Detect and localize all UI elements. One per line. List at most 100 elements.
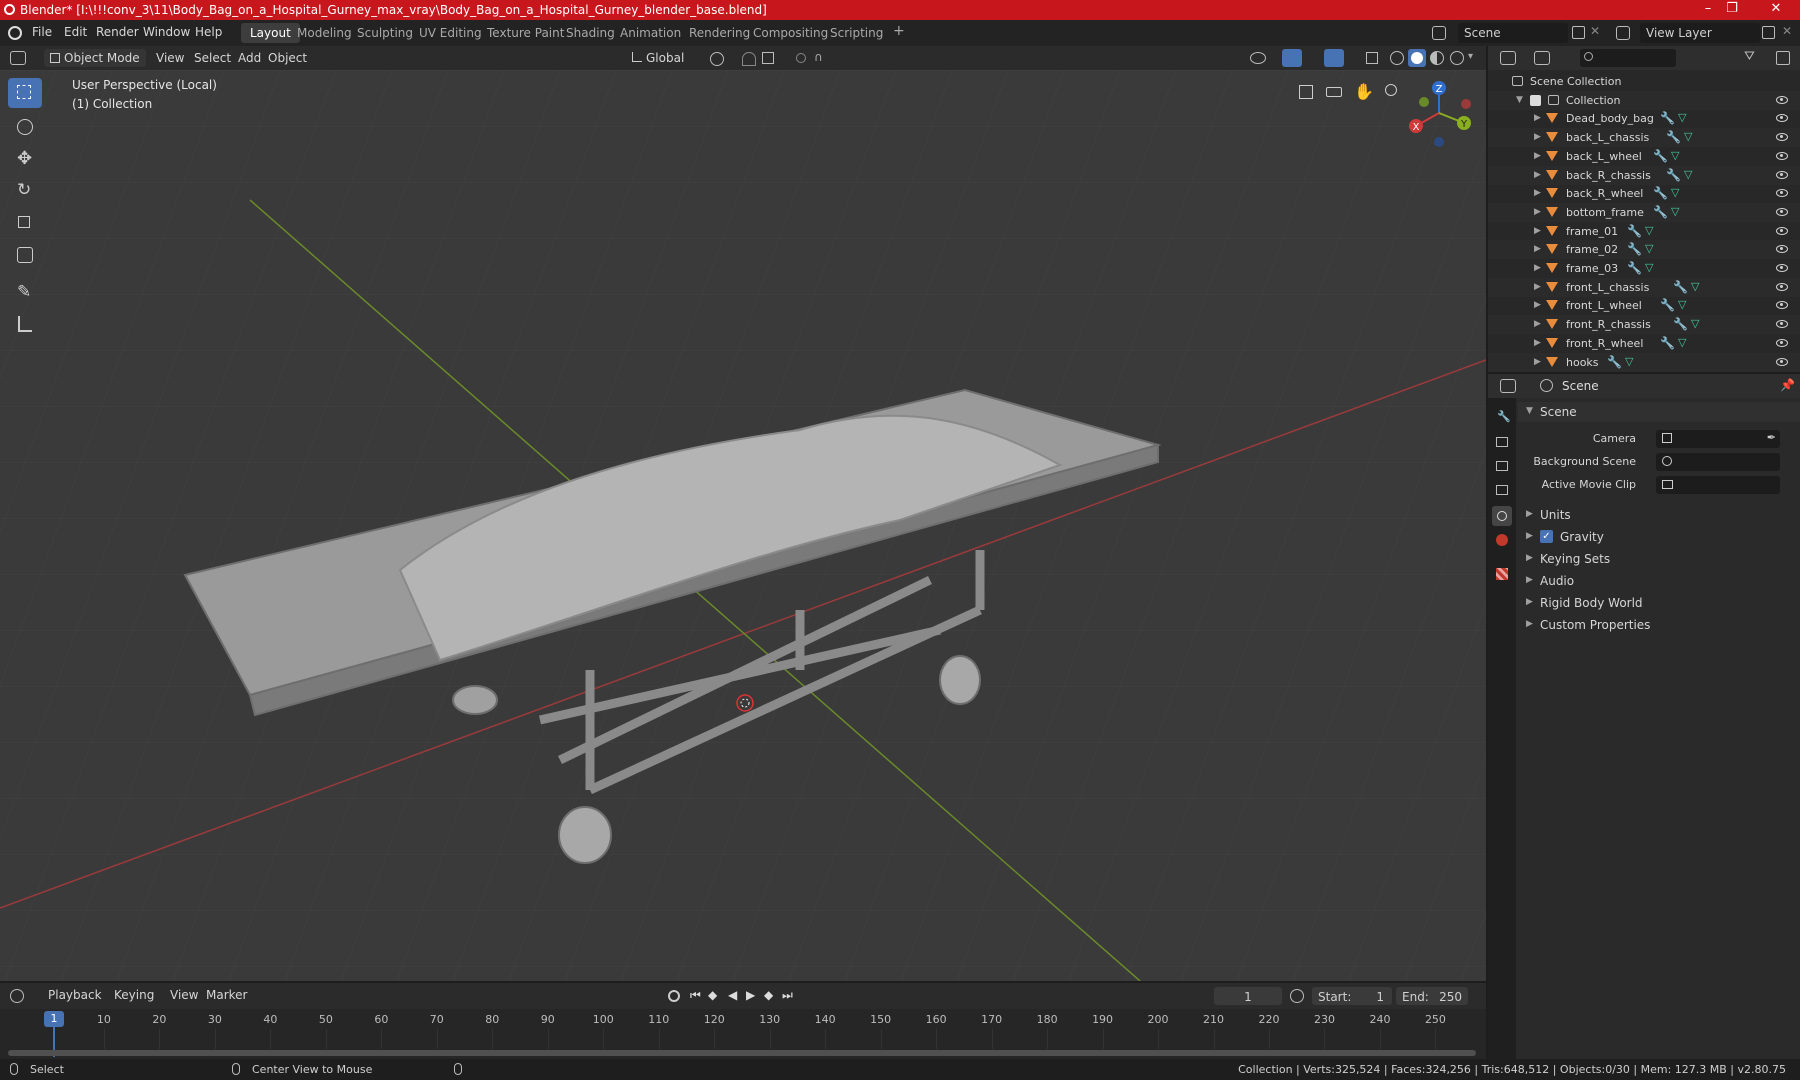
menu-view[interactable]: View [150,49,190,67]
end-frame-field[interactable]: End: 250 [1396,987,1468,1005]
keying-sets-panel[interactable]: ▶ Keying Sets [1518,548,1800,570]
outliner-row-object[interactable]: ▶ frame_03 🔧 ▽ [1488,259,1800,278]
visibility-eye-icon[interactable] [1776,320,1788,329]
visibility-eye-icon[interactable] [1776,114,1788,123]
toggle-camera-view-icon[interactable] [1294,80,1318,104]
audio-panel[interactable]: ▶ Audio [1518,570,1800,592]
material-shading-icon[interactable] [1430,51,1444,65]
modifier-wrench-icon[interactable]: 🔧 [1653,150,1668,162]
blender-menu-icon[interactable] [8,26,22,40]
cursor-tool[interactable] [8,112,42,142]
navigation-gizmo[interactable]: Z X Y [1404,78,1474,148]
close-button[interactable]: ✕ [1756,1,1796,19]
scene-panel-header[interactable]: ▼ Scene [1518,402,1800,422]
modifier-wrench-icon[interactable]: 🔧 [1673,318,1688,330]
scene-name-field[interactable]: Scene [1458,23,1568,43]
mesh-data-icon[interactable]: ▽ [1691,318,1703,330]
new-scene-icon[interactable] [1572,26,1585,39]
modifier-wrench-icon[interactable]: 🔧 [1660,299,1675,311]
chevron-down-icon[interactable]: ▼ [1516,95,1523,105]
prev-keyframe-button[interactable]: ◆ [708,988,717,1002]
visibility-eye-icon[interactable] [1776,226,1788,235]
pivot-point-icon[interactable] [710,52,724,66]
visibility-eye-icon[interactable] [1776,170,1788,179]
texture-tab-icon[interactable] [1492,564,1512,584]
outliner-editor-type-icon[interactable] [1500,51,1516,65]
menu-help[interactable]: Help [195,25,222,39]
units-panel[interactable]: ▶ Units [1518,504,1800,526]
rendered-shading-icon[interactable] [1450,51,1464,65]
chevron-right-icon[interactable]: ▶ [1534,338,1541,348]
chevron-right-icon[interactable]: ▶ [1534,113,1541,123]
menu-window[interactable]: Window [143,25,190,39]
mesh-data-icon[interactable]: ▽ [1625,355,1637,368]
timeline-area[interactable]: 1102030405060708090100110120130140150160… [0,1009,1486,1059]
eyedropper-icon[interactable]: ✒ [1767,431,1776,444]
chevron-right-icon[interactable]: ▶ [1534,282,1541,292]
falloff-icon[interactable]: ∩ [814,50,823,64]
mesh-data-icon[interactable]: ▽ [1678,299,1690,311]
delete-scene-icon[interactable]: ✕ [1590,24,1600,38]
collection-checkbox[interactable] [1530,94,1541,106]
view-menu[interactable]: View [164,986,204,1004]
outliner-row-scene-collection[interactable]: Scene Collection [1488,72,1800,91]
chevron-right-icon[interactable]: ▶ [1534,188,1541,198]
visibility-eye-icon[interactable] [1776,151,1788,160]
chevron-right-icon[interactable]: ▶ [1534,151,1541,161]
mesh-data-icon[interactable]: ▽ [1678,112,1690,124]
outliner-row-collection[interactable]: ▼ Collection [1488,90,1800,110]
modifier-wrench-icon[interactable]: 🔧 [1660,112,1675,124]
wireframe-shading-icon[interactable] [1390,51,1404,65]
outliner-row-object[interactable]: ▶ front_L_wheel 🔧 ▽ [1488,296,1800,315]
next-keyframe-button[interactable]: ◆ [764,988,773,1002]
xray-icon[interactable] [1366,52,1378,64]
mesh-data-icon[interactable]: ▽ [1691,280,1703,293]
solid-shading-icon[interactable] [1408,49,1426,67]
view-layer-icon[interactable] [1616,26,1630,40]
mesh-data-icon[interactable]: ▽ [1645,224,1657,237]
mesh-data-icon[interactable]: ▽ [1671,187,1683,199]
shading-options-icon[interactable]: ▾ [1468,51,1473,62]
transform-orientation[interactable]: Global [626,49,700,67]
outliner-row-object[interactable]: ▶ frame_01 🔧 ▽ [1488,222,1800,241]
modifier-wrench-icon[interactable]: 🔧 [1653,206,1668,218]
tool-tab-icon[interactable]: 🔧 [1492,406,1512,426]
scene-tab-icon[interactable] [1492,506,1512,526]
modifier-wrench-icon[interactable]: 🔧 [1660,337,1675,349]
mode-selector[interactable]: Object Mode [44,49,146,67]
outliner-search-input[interactable] [1580,49,1676,67]
zoom-icon[interactable] [1380,80,1404,104]
modifier-wrench-icon[interactable]: 🔧 [1666,169,1681,181]
maximize-button[interactable]: ❐ [1712,1,1752,19]
outliner-row-object[interactable]: ▶ back_L_chassis 🔧 ▽ [1488,128,1800,148]
output-tab-icon[interactable] [1492,456,1512,476]
snap-target-icon[interactable] [762,52,774,64]
chevron-right-icon[interactable]: ▶ [1534,263,1541,273]
visibility-eye-icon[interactable] [1776,338,1788,347]
playback-menu[interactable]: Playback [42,986,108,1004]
jump-start-button[interactable]: ⏮ [690,988,701,1003]
measure-tool[interactable] [8,310,42,340]
mesh-data-icon[interactable]: ▽ [1671,205,1683,218]
tab-animation[interactable]: Animation [611,23,690,43]
rigid-body-world-panel[interactable]: ▶ Rigid Body World [1518,592,1800,614]
modifier-wrench-icon[interactable]: 🔧 [1673,281,1688,293]
outliner-row-object[interactable]: ▶ back_L_wheel 🔧 ▽ [1488,147,1800,166]
outliner-row-object[interactable]: ▶ bottom_frame 🔧 ▽ [1488,202,1800,222]
chevron-right-icon[interactable]: ▶ [1534,244,1541,254]
scene-selector-icon[interactable] [1432,26,1446,40]
background-scene-field[interactable] [1656,453,1780,471]
new-collection-icon[interactable] [1776,51,1790,65]
modifier-wrench-icon[interactable]: 🔧 [1627,225,1642,237]
proportional-edit-icon[interactable] [796,53,806,63]
snap-icon[interactable] [742,52,756,66]
outliner-row-object[interactable]: ▶ back_R_chassis 🔧 ▽ [1488,165,1800,185]
modifier-wrench-icon[interactable]: 🔧 [1627,243,1642,255]
menu-render[interactable]: Render [96,25,139,39]
marker-menu[interactable]: Marker [200,986,253,1004]
overlays-icon[interactable] [1324,49,1344,67]
timeline-scrollbar[interactable] [8,1050,1476,1056]
chevron-right-icon[interactable]: ▶ [1534,207,1541,217]
view-layer-field[interactable]: View Layer [1640,23,1760,43]
visibility-eye-icon[interactable] [1776,133,1788,142]
